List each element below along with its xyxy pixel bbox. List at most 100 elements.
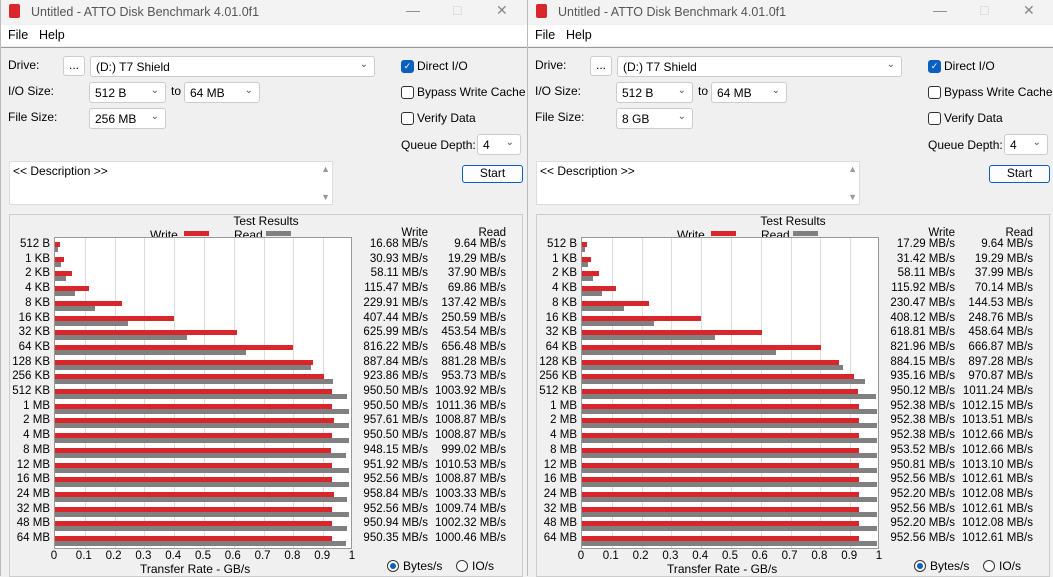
write-value: 951.92 MB/s: [363, 458, 428, 471]
browse-button[interactable]: ...: [590, 56, 612, 76]
read-value: 453.54 MB/s: [441, 326, 506, 339]
read-value: 137.42 MB/s: [441, 296, 506, 309]
write-value: 950.50 MB/s: [363, 399, 428, 412]
read-bar: [582, 408, 877, 414]
bypass-write-cache-checkbox[interactable]: [401, 86, 414, 99]
row-label: 4 MB: [23, 429, 50, 442]
window-title: Untitled - ATTO Disk Benchmark 4.01.0f1: [31, 5, 260, 19]
row-label: 1 MB: [23, 399, 50, 412]
write-value: 16.68 MB/s: [369, 238, 428, 250]
row-label: 4 KB: [552, 282, 577, 295]
read-bar: [582, 379, 865, 385]
title-bar: Untitled - ATTO Disk Benchmark 4.01.0f1 —…: [528, 0, 1053, 24]
test-results-title: Test Results: [233, 214, 299, 228]
menu-bar: File Help: [528, 25, 1053, 46]
read-bar: [582, 467, 877, 473]
read-value: 69.86 MB/s: [447, 282, 506, 295]
chevron-down-icon: ⌄: [1032, 137, 1041, 148]
drive-select[interactable]: (D:) T7 Shield ⌄: [617, 56, 902, 77]
read-bar: [582, 394, 877, 399]
read-value: 881.28 MB/s: [441, 355, 506, 368]
maximize-button[interactable]: □: [453, 2, 461, 18]
io-size-label: I/O Size:: [8, 84, 55, 98]
verify-data-checkbox[interactable]: [928, 112, 941, 125]
scroll-up-icon[interactable]: ▲: [321, 164, 330, 174]
menu-file[interactable]: File: [535, 28, 555, 42]
bytes-per-sec-radio[interactable]: [914, 560, 926, 572]
write-value: 618.81 MB/s: [890, 326, 955, 339]
menu-help[interactable]: Help: [39, 28, 65, 42]
write-value: 935.16 MB/s: [890, 370, 955, 383]
atto-window-2: Untitled - ATTO Disk Benchmark 4.01.0f1 —…: [527, 0, 1053, 577]
scroll-up-icon[interactable]: ▲: [848, 164, 857, 174]
read-bar: [582, 364, 844, 370]
row-label: 32 MB: [16, 502, 50, 515]
read-bar: [582, 349, 777, 355]
start-button[interactable]: Start: [462, 165, 523, 183]
io-size-to-select[interactable]: 64 MB ⌄: [184, 82, 260, 103]
row-label: 4 KB: [25, 282, 50, 295]
read-value: 1013.51 MB/s: [962, 414, 1033, 427]
start-button[interactable]: Start: [989, 165, 1050, 183]
read-bar: [582, 276, 594, 282]
io-size-from-select[interactable]: 512 B ⌄: [616, 82, 693, 103]
description-textarea[interactable]: << Description >> ▲ ▼: [9, 161, 333, 205]
menu-help[interactable]: Help: [566, 28, 592, 42]
verify-data-checkbox[interactable]: [401, 112, 414, 125]
queue-depth-select[interactable]: 4 ⌄: [1004, 134, 1048, 155]
io-per-sec-radio[interactable]: [983, 560, 995, 572]
file-size-select[interactable]: 8 GB ⌄: [616, 108, 693, 129]
row-label: 64 KB: [18, 340, 50, 353]
read-value: 1012.66 MB/s: [962, 429, 1033, 442]
read-bar: [55, 541, 347, 546]
x-tick-label: 0.7: [781, 550, 798, 562]
row-label: 128 KB: [539, 355, 577, 368]
scroll-down-icon[interactable]: ▼: [321, 192, 330, 202]
queue-depth-select[interactable]: 4 ⌄: [477, 134, 521, 155]
close-button[interactable]: ✕: [496, 2, 508, 19]
write-value: 887.84 MB/s: [363, 355, 428, 368]
read-value: 1008.87 MB/s: [435, 414, 506, 427]
write-value: 229.91 MB/s: [363, 296, 428, 309]
close-button[interactable]: ✕: [1023, 2, 1035, 19]
io-size-to-select[interactable]: 64 MB ⌄: [711, 82, 787, 103]
read-bar: [55, 526, 347, 532]
read-bar: [582, 452, 877, 458]
menu-file[interactable]: File: [8, 28, 28, 42]
minimize-button[interactable]: —: [406, 2, 420, 18]
drive-select[interactable]: (D:) T7 Shield ⌄: [90, 56, 375, 77]
chevron-down-icon: ⌄: [771, 85, 780, 96]
io-per-sec-radio[interactable]: [456, 560, 468, 572]
scroll-down-icon[interactable]: ▼: [848, 192, 857, 202]
x-tick-label: 0.9: [314, 550, 331, 562]
read-bar: [55, 349, 247, 355]
row-label: 16 KB: [18, 311, 50, 324]
verify-data-checkbox-label: Verify Data: [417, 111, 476, 125]
read-value: 19.29 MB/s: [447, 252, 506, 265]
direct-io-checkbox[interactable]: ✓: [401, 60, 414, 73]
row-label: 32 KB: [545, 326, 577, 339]
read-value: 897.28 MB/s: [968, 355, 1033, 368]
read-value: 1000.46 MB/s: [435, 532, 506, 544]
bytes-per-sec-label: Bytes/s: [930, 559, 970, 573]
io-size-from-select[interactable]: 512 B ⌄: [89, 82, 166, 103]
read-bar: [55, 335, 187, 341]
bytes-per-sec-radio[interactable]: [387, 560, 399, 572]
bypass-write-cache-checkbox[interactable]: [928, 86, 941, 99]
queue-depth-label: Queue Depth:: [401, 138, 476, 152]
bypass-write-cache-checkbox-label: Bypass Write Cache: [944, 85, 1053, 99]
read-value: 1010.53 MB/s: [435, 458, 506, 471]
read-bar: [582, 526, 877, 532]
write-value: 948.15 MB/s: [363, 443, 428, 456]
x-tick-label: 0.2: [105, 550, 122, 562]
read-bar: [582, 247, 585, 252]
browse-button[interactable]: ...: [63, 56, 85, 76]
minimize-button[interactable]: —: [933, 2, 947, 18]
read-bar: [55, 438, 349, 444]
file-size-select[interactable]: 256 MB ⌄: [89, 108, 166, 129]
description-textarea[interactable]: << Description >> ▲ ▼: [536, 161, 860, 205]
row-label: 256 KB: [12, 370, 50, 383]
maximize-button[interactable]: □: [980, 2, 988, 18]
x-tick-label: 0: [50, 550, 58, 562]
direct-io-checkbox[interactable]: ✓: [928, 60, 941, 73]
